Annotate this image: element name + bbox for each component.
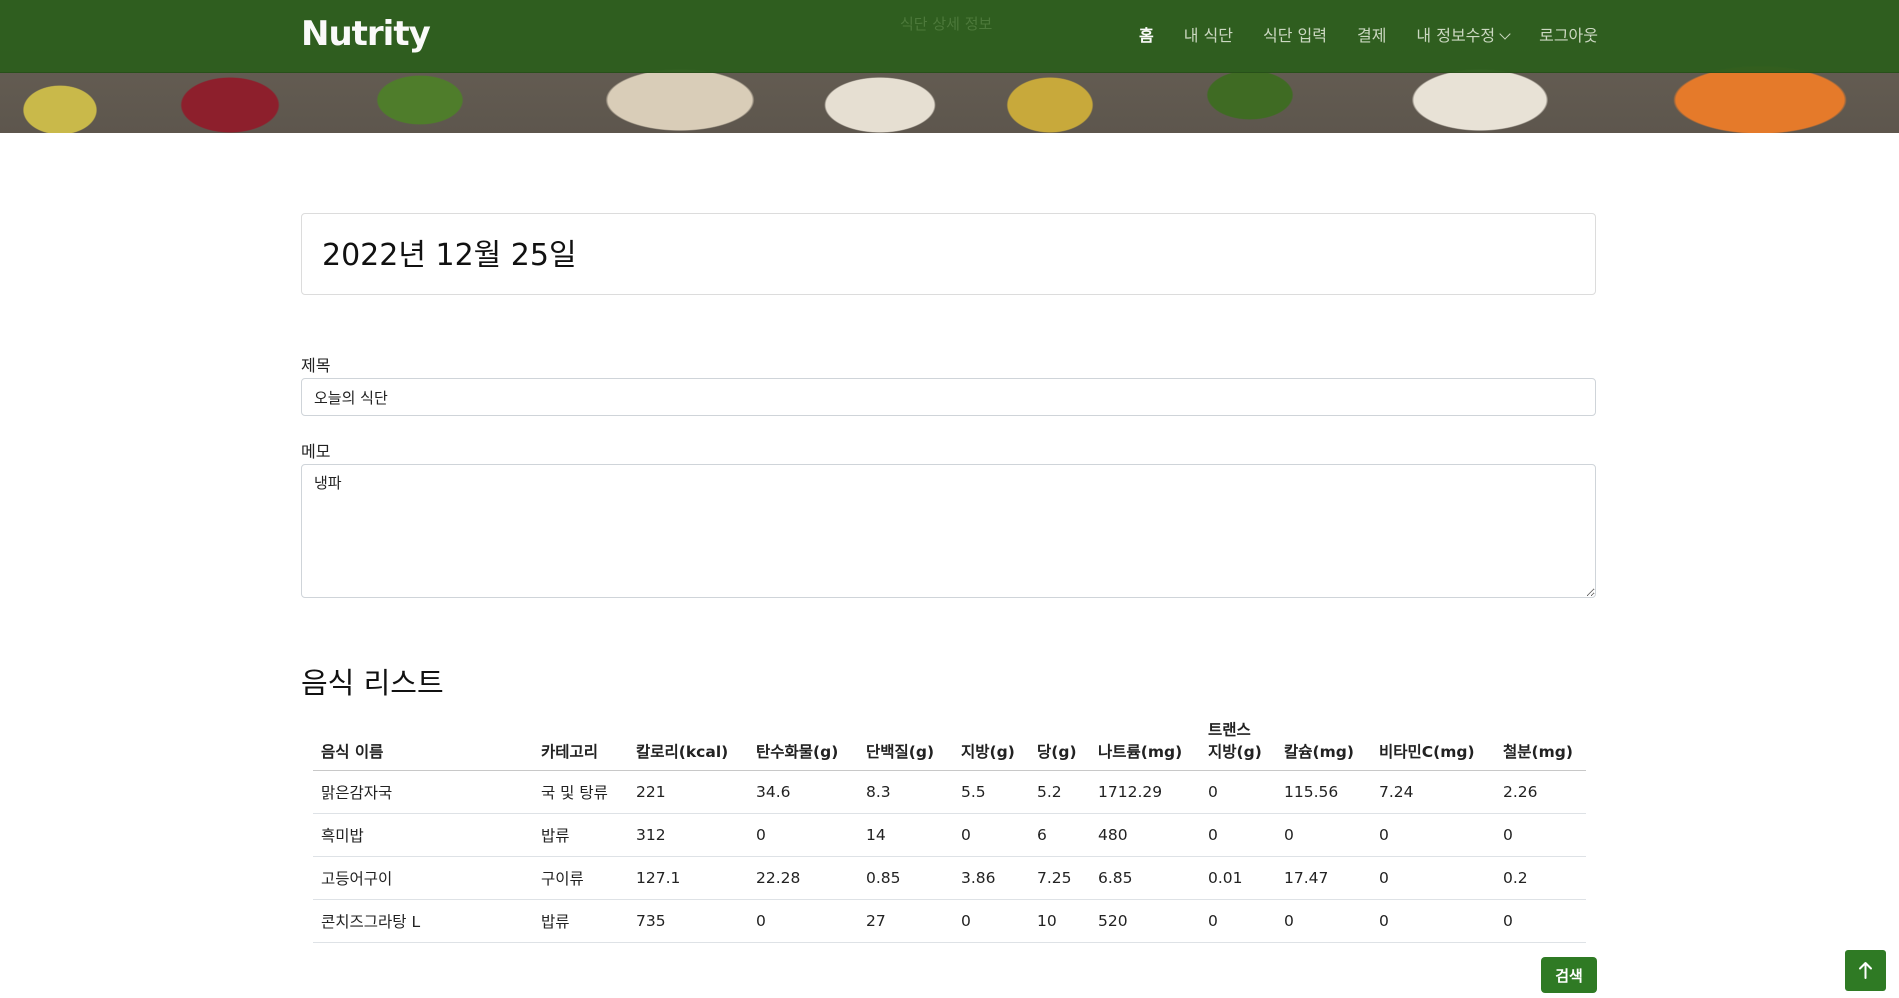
col-category: 카테고리 [533, 712, 628, 771]
chevron-down-icon [1499, 28, 1511, 40]
memo-label: 메모 [301, 442, 331, 461]
table-cell: 0 [1371, 856, 1495, 900]
nav-item-my-diet[interactable]: 내 식단 [1184, 22, 1233, 46]
table-cell: 0 [1200, 813, 1276, 857]
navbar: Nutrity 식단 상세 정보 홈 내 식단 식단 입력 결제 내 정보수정 … [0, 0, 1899, 73]
table-cell: 34.6 [748, 770, 858, 814]
table-cell: 0 [748, 813, 858, 857]
nav-menu: 홈 내 식단 식단 입력 결제 내 정보수정 로그아웃 [1139, 0, 1598, 68]
table-cell: 밥류 [533, 813, 628, 857]
title-input[interactable] [301, 378, 1596, 416]
table-cell: 0 [1495, 813, 1586, 857]
nav-item-diet-input[interactable]: 식단 입력 [1263, 22, 1327, 46]
col-food-name: 음식 이름 [313, 712, 533, 771]
col-calories: 칼로리(kcal) [628, 712, 748, 771]
table-row: 흑미밥 밥류 312 0 14 0 6 480 0 0 0 0 [313, 813, 1586, 857]
nav-item-home[interactable]: 홈 [1139, 22, 1154, 46]
table-cell: 127.1 [628, 856, 748, 900]
table-row: 맑은감자국 국 및 탕류 221 34.6 8.3 5.5 5.2 1712.29 0 115.5… [313, 770, 1586, 814]
table-cell: 7.24 [1371, 770, 1495, 814]
col-calcium: 칼슘(mg) [1276, 712, 1371, 771]
table-cell: 맑은감자국 [313, 770, 533, 814]
table-cell: 0 [953, 899, 1029, 943]
col-sodium: 나트륨(mg) [1090, 712, 1200, 771]
table-cell: 구이류 [533, 856, 628, 900]
table-cell: 480 [1090, 813, 1200, 857]
table-cell: 밥류 [533, 899, 628, 943]
col-vitamin-c: 비타민C(mg) [1371, 712, 1495, 771]
col-sugar: 당(g) [1029, 712, 1090, 771]
table-cell: 1712.29 [1090, 770, 1200, 814]
arrow-up-icon [1859, 962, 1872, 979]
table-cell: 10 [1029, 899, 1090, 943]
table-cell: 0 [1371, 899, 1495, 943]
table-cell: 5.2 [1029, 770, 1090, 814]
table-cell: 27 [858, 899, 953, 943]
nav-item-payment[interactable]: 결제 [1357, 22, 1386, 46]
diet-date: 2022년 12월 25일 [322, 238, 577, 273]
table-cell: 0.01 [1200, 856, 1276, 900]
table-cell: 0 [1276, 899, 1371, 943]
table-cell: 6 [1029, 813, 1090, 857]
table-cell: 5.5 [953, 770, 1029, 814]
table-cell: 콘치즈그라탕 L [313, 899, 533, 943]
col-trans-fat: 트랜스 지방(g) [1200, 712, 1276, 771]
table-cell: 221 [628, 770, 748, 814]
nav-item-edit-profile[interactable]: 내 정보수정 [1416, 22, 1511, 46]
col-carbs: 탄수화물(g) [748, 712, 858, 771]
col-protein: 단백질(g) [858, 712, 953, 771]
brand-logo[interactable]: Nutrity [301, 12, 431, 56]
table-cell: 3.86 [953, 856, 1029, 900]
table-cell: 0 [1371, 813, 1495, 857]
table-cell: 22.28 [748, 856, 858, 900]
table-cell: 0 [1495, 899, 1586, 943]
table-cell: 14 [858, 813, 953, 857]
search-button[interactable]: 검색 [1541, 957, 1597, 993]
table-cell: 312 [628, 813, 748, 857]
table-row: 고등어구이 구이류 127.1 22.28 0.85 3.86 7.25 6.85 0.01 17… [313, 856, 1586, 900]
table-cell: 17.47 [1276, 856, 1371, 900]
table-cell: 0 [1276, 813, 1371, 857]
col-fat: 지방(g) [953, 712, 1029, 771]
table-cell: 735 [628, 899, 748, 943]
table-cell: 7.25 [1029, 856, 1090, 900]
table-cell: 8.3 [858, 770, 953, 814]
col-iron: 철분(mg) [1495, 712, 1586, 771]
table-cell: 0 [953, 813, 1029, 857]
table-cell: 국 및 탕류 [533, 770, 628, 814]
date-card: 2022년 12월 25일 [301, 213, 1596, 295]
table-header-row: 음식 이름 카테고리 칼로리(kcal) 탄수화물(g) 단백질(g) 지방(g… [313, 712, 1586, 771]
table-cell: 고등어구이 [313, 856, 533, 900]
title-label: 제목 [301, 356, 331, 375]
memo-textarea[interactable]: 냉파 [301, 464, 1596, 598]
food-table: 음식 이름 카테고리 칼로리(kcal) 탄수화물(g) 단백질(g) 지방(g… [313, 712, 1586, 943]
table-cell: 0.2 [1495, 856, 1586, 900]
table-cell: 2.26 [1495, 770, 1586, 814]
food-list-heading: 음식 리스트 [301, 666, 444, 700]
nav-item-edit-profile-label: 내 정보수정 [1416, 26, 1496, 45]
table-cell: 0 [748, 899, 858, 943]
scroll-top-button[interactable] [1845, 950, 1886, 991]
table-cell: 520 [1090, 899, 1200, 943]
table-cell: 6.85 [1090, 856, 1200, 900]
table-cell: 흑미밥 [313, 813, 533, 857]
table-cell: 0.85 [858, 856, 953, 900]
table-cell: 0 [1200, 770, 1276, 814]
table-row: 콘치즈그라탕 L 밥류 735 0 27 0 10 520 0 0 0 0 [313, 899, 1586, 943]
table-cell: 115.56 [1276, 770, 1371, 814]
food-table-body: 맑은감자국 국 및 탕류 221 34.6 8.3 5.5 5.2 1712.29 0 115.5… [313, 770, 1586, 943]
table-cell: 0 [1200, 899, 1276, 943]
page-heading: 식단 상세 정보 [900, 15, 993, 33]
nav-item-logout[interactable]: 로그아웃 [1539, 22, 1598, 46]
